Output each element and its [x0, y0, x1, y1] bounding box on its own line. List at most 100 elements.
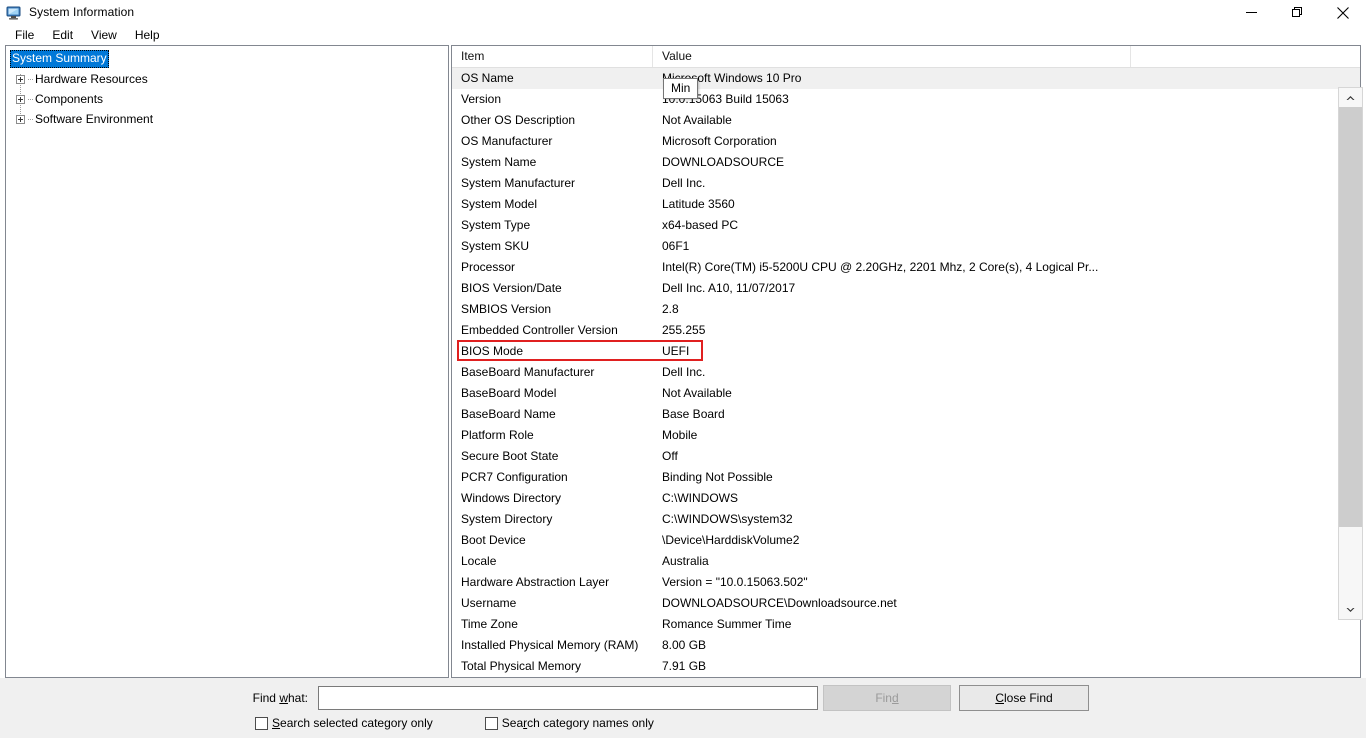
cell-filler	[1131, 593, 1360, 614]
cell-value: Intel(R) Core(TM) i5-5200U CPU @ 2.20GHz…	[662, 260, 1099, 274]
column-header-value[interactable]: Value	[653, 46, 1131, 67]
table-row[interactable]: BIOS Version/Date Dell Inc. A10, 11/07/20…	[452, 278, 1360, 299]
tree-item-software-environment[interactable]: Software Environment	[6, 109, 448, 129]
close-button[interactable]	[1320, 0, 1366, 25]
cell-value: Microsoft Corporation	[662, 134, 777, 148]
table-row[interactable]: BaseBoard Manufacturer Dell Inc.	[452, 362, 1360, 383]
expand-plus-icon[interactable]	[16, 114, 25, 124]
cell-item: Windows Directory	[461, 491, 562, 505]
minimize-button[interactable]	[1228, 0, 1274, 25]
table-row[interactable]: Version 10.0.15063 Build 15063	[452, 89, 1360, 110]
cell-item: SMBIOS Version	[461, 302, 552, 316]
search-category-names-option[interactable]: Search category names only	[484, 716, 654, 730]
table-row[interactable]: System Manufacturer Dell Inc.	[452, 173, 1360, 194]
table-row[interactable]: System Model Latitude 3560	[452, 194, 1360, 215]
cell-value: 10.0.15063 Build 15063	[662, 92, 789, 106]
cell-value: DOWNLOADSOURCE\Downloadsource.net	[662, 596, 897, 610]
table-row[interactable]: Windows Directory C:\WINDOWS	[452, 488, 1360, 509]
cell-filler	[1131, 488, 1360, 509]
cell-item: Locale	[461, 554, 497, 568]
expand-plus-icon[interactable]	[16, 74, 25, 84]
table-row[interactable]: OS Name Microsoft Windows 10 Pro	[452, 68, 1360, 89]
cell-item: Boot Device	[461, 533, 526, 547]
table-row[interactable]: BIOS Mode UEFI	[452, 341, 1360, 362]
cell-value: Microsoft Windows 10 Pro	[662, 71, 802, 85]
table-row[interactable]: Time Zone Romance Summer Time	[452, 614, 1360, 635]
cell-item: Platform Role	[461, 428, 534, 442]
table-row[interactable]: SMBIOS Version 2.8	[452, 299, 1360, 320]
find-label-post: hat:	[287, 691, 308, 705]
scrollbar-track[interactable]	[1339, 107, 1362, 600]
table-row[interactable]: Hardware Abstraction Layer Version = "10.…	[452, 572, 1360, 593]
close-find-button[interactable]: Close Find	[959, 685, 1089, 711]
cell-value: Romance Summer Time	[662, 617, 792, 631]
checkbox2-label: Search category names only	[502, 716, 654, 730]
table-row[interactable]: System Type x64-based PC	[452, 215, 1360, 236]
checkbox-search-selected-category[interactable]	[255, 716, 268, 730]
cell-item: Total Physical Memory	[461, 659, 582, 673]
scrollbar-thumb[interactable]	[1339, 107, 1362, 527]
cell-item: System Type	[461, 218, 531, 232]
tree-item-hardware-resources[interactable]: Hardware Resources	[6, 69, 448, 89]
cell-value: Latitude 3560	[662, 197, 735, 211]
cell-filler	[1131, 530, 1360, 551]
table-row[interactable]: System SKU 06F1	[452, 236, 1360, 257]
table-row[interactable]: Secure Boot State Off	[452, 446, 1360, 467]
close-icon	[1337, 6, 1349, 19]
cell-value: UEFI	[662, 344, 690, 358]
tree-item-components[interactable]: Components	[6, 89, 448, 109]
table-row[interactable]: Username DOWNLOADSOURCE\Downloadsource.ne…	[452, 593, 1360, 614]
table-row[interactable]: System Directory C:\WINDOWS\system32	[452, 509, 1360, 530]
table-row[interactable]: System Name DOWNLOADSOURCE	[452, 152, 1360, 173]
find-options-row: Search selected category only Search cat…	[0, 716, 654, 730]
restore-button[interactable]	[1274, 0, 1320, 25]
cell-filler	[1131, 173, 1360, 194]
search-selected-category-option[interactable]: Search selected category only	[255, 716, 433, 730]
find-button-pre: Fin	[875, 691, 892, 705]
category-tree: System Summary Hardware Resources Compon…	[6, 46, 448, 129]
find-row: Find what: Find Close Find	[0, 685, 1366, 711]
cell-item: BaseBoard Manufacturer	[461, 365, 595, 379]
table-row[interactable]: Locale Australia	[452, 551, 1360, 572]
find-button[interactable]: Find	[823, 685, 951, 711]
column-header-item[interactable]: Item	[452, 46, 653, 67]
title-bar: System Information	[0, 0, 1366, 25]
table-row[interactable]: Embedded Controller Version 255.255	[452, 320, 1360, 341]
table-row[interactable]: Installed Physical Memory (RAM) 8.00 GB	[452, 635, 1360, 656]
table-row[interactable]: BaseBoard Model Not Available	[452, 383, 1360, 404]
table-row[interactable]: PCR7 Configuration Binding Not Possible	[452, 467, 1360, 488]
cell-value: DOWNLOADSOURCE	[662, 155, 785, 169]
table-row[interactable]: OS Manufacturer Microsoft Corporation	[452, 131, 1360, 152]
tree-item-system-summary[interactable]: System Summary	[6, 49, 448, 69]
find-bar: Find what: Find Close Find Search select…	[0, 678, 1366, 738]
table-row[interactable]: Total Physical Memory 7.91 GB	[452, 656, 1360, 677]
menu-file[interactable]: File	[6, 25, 43, 45]
table-row[interactable]: Other OS Description Not Available	[452, 110, 1360, 131]
cell-item: OS Manufacturer	[461, 134, 553, 148]
cell-item: Installed Physical Memory (RAM)	[461, 638, 639, 652]
expand-plus-icon[interactable]	[16, 94, 25, 104]
table-row[interactable]: Boot Device \Device\HarddiskVolume2	[452, 530, 1360, 551]
table-row[interactable]: Platform Role Mobile	[452, 425, 1360, 446]
computer-icon	[6, 5, 22, 21]
checkbox-search-category-names[interactable]	[484, 716, 498, 730]
table-row[interactable]: BaseBoard Name Base Board	[452, 404, 1360, 425]
scroll-up-button[interactable]	[1339, 88, 1362, 107]
menu-help[interactable]: Help	[126, 25, 169, 45]
cell-filler	[1131, 257, 1360, 278]
vertical-scrollbar[interactable]	[1338, 87, 1363, 620]
scroll-down-button[interactable]	[1339, 600, 1362, 619]
menu-bar: File Edit View Help	[0, 25, 1366, 45]
cell-filler	[1131, 194, 1360, 215]
table-row[interactable]: Processor Intel(R) Core(TM) i5-5200U CPU …	[452, 257, 1360, 278]
find-input[interactable]	[318, 686, 818, 710]
cell-item: System Name	[461, 155, 537, 169]
checkbox2-pre: Sea	[501, 716, 524, 730]
list-header: Item Value	[452, 46, 1360, 68]
find-what-label: Find what:	[0, 691, 318, 705]
menu-view[interactable]: View	[82, 25, 126, 45]
menu-edit[interactable]: Edit	[43, 25, 82, 45]
cell-value: 255.255	[662, 323, 706, 337]
cell-item: Username	[461, 596, 517, 610]
cell-item: Processor	[461, 260, 516, 274]
